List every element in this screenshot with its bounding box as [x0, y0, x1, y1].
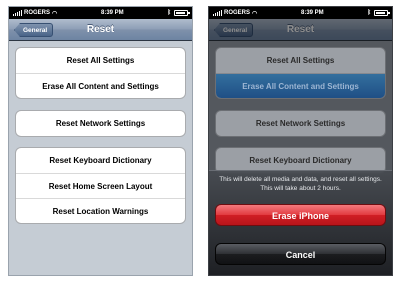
reset-screen: ROGERS ◠ 8:39 PM ᛒ General Reset Reset A…	[8, 6, 193, 276]
reset-home-screen-layout-row[interactable]: Reset Home Screen Layout	[16, 173, 185, 198]
back-button-general: General	[214, 23, 254, 37]
reset-group-2: Reset Network Settings	[15, 110, 186, 137]
erase-confirmation-screen: ROGERS ◠ 8:39 PM ᛒ General Reset Reset A…	[208, 6, 393, 276]
status-bar: ROGERS ◠ 8:39 PM ᛒ	[9, 7, 192, 19]
wifi-icon: ◠	[52, 10, 58, 17]
reset-group-1: Reset All Settings Erase All Content and…	[215, 47, 386, 99]
carrier-label: ROGERS	[24, 10, 51, 16]
reset-network-settings-row: Reset Network Settings	[255, 119, 346, 128]
clock: 8:39 PM	[100, 10, 124, 16]
erase-all-content-row[interactable]: Erase All Content and Settings	[16, 73, 185, 98]
signal-icon	[213, 10, 222, 16]
navigation-bar: General Reset	[9, 19, 192, 41]
reset-all-settings-row: Reset All Settings	[266, 56, 335, 65]
reset-group-1: Reset All Settings Erase All Content and…	[15, 47, 186, 99]
bluetooth-icon: ᛒ	[167, 10, 171, 16]
clock: 8:39 PM	[300, 10, 324, 16]
bluetooth-icon: ᛒ	[367, 10, 371, 16]
action-sheet-message: This will delete all media and data, and…	[219, 176, 382, 192]
reset-location-warnings-row[interactable]: Reset Location Warnings	[16, 198, 185, 223]
status-bar: ROGERS ◠ 8:39 PM ᛒ	[209, 7, 392, 19]
reset-keyboard-dictionary-row[interactable]: Reset Keyboard Dictionary	[16, 148, 185, 173]
cancel-button[interactable]: Cancel	[215, 243, 386, 265]
action-sheet: This will delete all media and data, and…	[209, 170, 392, 275]
erase-all-content-row-selected: Erase All Content and Settings	[216, 73, 385, 98]
reset-network-settings-row[interactable]: Reset Network Settings	[16, 111, 185, 136]
navigation-bar: General Reset	[209, 19, 392, 41]
carrier-label: ROGERS	[224, 10, 251, 16]
reset-group-3: Reset Keyboard Dictionary Reset Home Scr…	[15, 147, 186, 224]
battery-icon	[374, 10, 390, 16]
reset-group-2: Reset Network Settings	[215, 110, 386, 137]
erase-iphone-button[interactable]: Erase iPhone	[215, 204, 386, 226]
back-button-general[interactable]: General	[14, 23, 54, 37]
reset-all-settings-row[interactable]: Reset All Settings	[16, 48, 185, 73]
battery-icon	[174, 10, 190, 16]
wifi-icon: ◠	[252, 10, 258, 17]
signal-icon	[13, 10, 22, 16]
